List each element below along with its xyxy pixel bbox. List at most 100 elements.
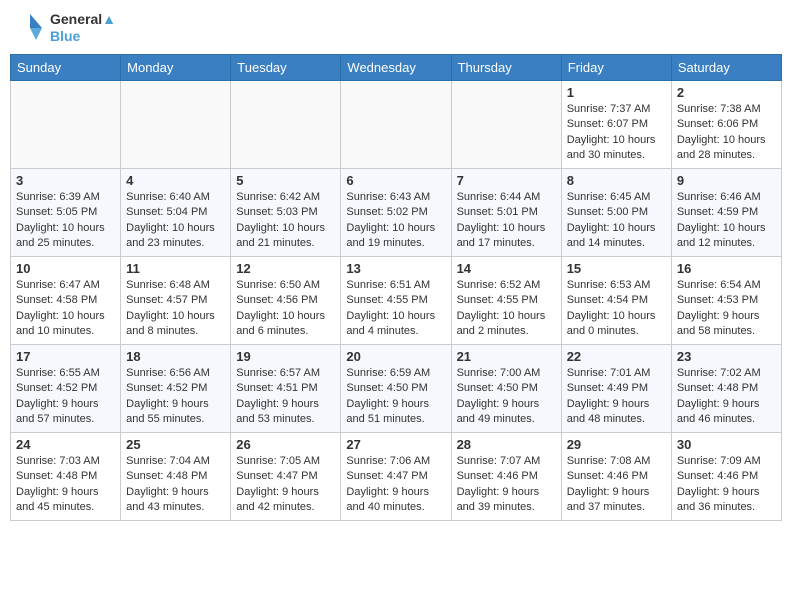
day-number: 2 — [677, 85, 776, 100]
day-info: Sunrise: 7:37 AM Sunset: 6:07 PM Dayligh… — [567, 102, 666, 164]
day-info: Sunrise: 6:46 AM Sunset: 4:59 PM Dayligh… — [677, 190, 776, 252]
calendar-cell: 7Sunrise: 6:44 AM Sunset: 5:01 PM Daylig… — [451, 169, 561, 257]
day-number: 5 — [236, 173, 335, 188]
day-info: Sunrise: 6:56 AM Sunset: 4:52 PM Dayligh… — [126, 366, 225, 428]
day-number: 25 — [126, 437, 225, 452]
calendar-cell: 26Sunrise: 7:05 AM Sunset: 4:47 PM Dayli… — [231, 433, 341, 521]
day-info: Sunrise: 6:59 AM Sunset: 4:50 PM Dayligh… — [346, 366, 445, 428]
day-number: 30 — [677, 437, 776, 452]
day-info: Sunrise: 7:02 AM Sunset: 4:48 PM Dayligh… — [677, 366, 776, 428]
day-number: 9 — [677, 173, 776, 188]
day-info: Sunrise: 6:47 AM Sunset: 4:58 PM Dayligh… — [16, 278, 115, 340]
day-number: 10 — [16, 261, 115, 276]
day-number: 12 — [236, 261, 335, 276]
column-header-monday: Monday — [121, 55, 231, 81]
day-number: 17 — [16, 349, 115, 364]
calendar-cell: 6 Sunrise: 6:43 AM Sunset: 5:02 PM Daylig… — [341, 169, 451, 257]
calendar-cell: 2 Sunrise: 7:38 AM Sunset: 6:06 PM Daylig… — [671, 81, 781, 169]
day-info: Sunrise: 7:08 AM Sunset: 4:46 PM Dayligh… — [567, 454, 666, 516]
day-info: Sunrise: 7:01 AM Sunset: 4:49 PM Dayligh… — [567, 366, 666, 428]
day-number: 21 — [457, 349, 556, 364]
calendar-cell: 5 Sunrise: 6:42 AM Sunset: 5:03 PM Daylig… — [231, 169, 341, 257]
calendar-cell: 20 Sunrise: 6:59 AM Sunset: 4:50 PM Dayli… — [341, 345, 451, 433]
page-header: General▲ Blue — [10, 10, 782, 46]
column-header-friday: Friday — [561, 55, 671, 81]
day-info: Sunrise: 7:07 AM Sunset: 4:46 PM Dayligh… — [457, 454, 556, 516]
day-info: Sunrise: 6:40 AM Sunset: 5:04 PM Dayligh… — [126, 190, 225, 252]
day-info: Sunrise: 6:54 AM Sunset: 4:53 PM Dayligh… — [677, 278, 776, 340]
column-header-tuesday: Tuesday — [231, 55, 341, 81]
day-number: 19 — [236, 349, 335, 364]
column-header-saturday: Saturday — [671, 55, 781, 81]
day-number: 20 — [346, 349, 445, 364]
day-number: 16 — [677, 261, 776, 276]
day-number: 18 — [126, 349, 225, 364]
day-info: Sunrise: 6:50 AM Sunset: 4:56 PM Dayligh… — [236, 278, 335, 340]
calendar-cell: 1 Sunrise: 7:37 AM Sunset: 6:07 PM Daylig… — [561, 81, 671, 169]
day-number: 11 — [126, 261, 225, 276]
day-info: Sunrise: 7:00 AM Sunset: 4:50 PM Dayligh… — [457, 366, 556, 428]
calendar-cell: 16 Sunrise: 6:54 AM Sunset: 4:53 PM Dayli… — [671, 257, 781, 345]
day-number: 8 — [567, 173, 666, 188]
calendar-cell: 10 Sunrise: 6:47 AM Sunset: 4:58 PM Dayli… — [11, 257, 121, 345]
calendar-week-row: 24 Sunrise: 7:03 AM Sunset: 4:48 PM Dayli… — [11, 433, 782, 521]
day-info: Sunrise: 7:03 AM Sunset: 4:48 PM Dayligh… — [16, 454, 115, 516]
calendar-week-row: 3 Sunrise: 6:39 AM Sunset: 5:05 PM Daylig… — [11, 169, 782, 257]
calendar-cell: 13 Sunrise: 6:51 AM Sunset: 4:55 PM Dayli… — [341, 257, 451, 345]
day-info: Sunrise: 6:42 AM Sunset: 5:03 PM Dayligh… — [236, 190, 335, 252]
day-number: 22 — [567, 349, 666, 364]
calendar-cell: 4Sunrise: 6:40 AM Sunset: 5:04 PM Daylig… — [121, 169, 231, 257]
day-number: 6 — [346, 173, 445, 188]
day-info: Sunrise: 6:57 AM Sunset: 4:51 PM Dayligh… — [236, 366, 335, 428]
column-header-thursday: Thursday — [451, 55, 561, 81]
calendar-cell: 28 Sunrise: 7:07 AM Sunset: 4:46 PM Dayli… — [451, 433, 561, 521]
calendar-cell: 14 Sunrise: 6:52 AM Sunset: 4:55 PM Dayli… — [451, 257, 561, 345]
day-number: 15 — [567, 261, 666, 276]
calendar-cell: 3 Sunrise: 6:39 AM Sunset: 5:05 PM Daylig… — [11, 169, 121, 257]
day-info: Sunrise: 6:45 AM Sunset: 5:00 PM Dayligh… — [567, 190, 666, 252]
day-number: 26 — [236, 437, 335, 452]
calendar-cell — [231, 81, 341, 169]
day-number: 28 — [457, 437, 556, 452]
day-number: 13 — [346, 261, 445, 276]
day-number: 24 — [16, 437, 115, 452]
calendar-week-row: 1 Sunrise: 7:37 AM Sunset: 6:07 PM Daylig… — [11, 81, 782, 169]
calendar-cell: 17 Sunrise: 6:55 AM Sunset: 4:52 PM Dayli… — [11, 345, 121, 433]
day-info: Sunrise: 6:43 AM Sunset: 5:02 PM Dayligh… — [346, 190, 445, 252]
day-number: 3 — [16, 173, 115, 188]
day-number: 29 — [567, 437, 666, 452]
calendar-cell: 22 Sunrise: 7:01 AM Sunset: 4:49 PM Dayli… — [561, 345, 671, 433]
column-header-wednesday: Wednesday — [341, 55, 451, 81]
column-header-sunday: Sunday — [11, 55, 121, 81]
calendar-cell: 23Sunrise: 7:02 AM Sunset: 4:48 PM Dayli… — [671, 345, 781, 433]
day-info: Sunrise: 7:06 AM Sunset: 4:47 PM Dayligh… — [346, 454, 445, 516]
calendar-week-row: 10 Sunrise: 6:47 AM Sunset: 4:58 PM Dayli… — [11, 257, 782, 345]
day-info: Sunrise: 7:38 AM Sunset: 6:06 PM Dayligh… — [677, 102, 776, 164]
calendar-cell: 9 Sunrise: 6:46 AM Sunset: 4:59 PM Daylig… — [671, 169, 781, 257]
day-info: Sunrise: 6:39 AM Sunset: 5:05 PM Dayligh… — [16, 190, 115, 252]
calendar-header-row: SundayMondayTuesdayWednesdayThursdayFrid… — [11, 55, 782, 81]
calendar-cell: 8 Sunrise: 6:45 AM Sunset: 5:00 PM Daylig… — [561, 169, 671, 257]
calendar-cell: 15 Sunrise: 6:53 AM Sunset: 4:54 PM Dayli… — [561, 257, 671, 345]
logo-icon — [10, 10, 46, 46]
calendar-cell: 24 Sunrise: 7:03 AM Sunset: 4:48 PM Dayli… — [11, 433, 121, 521]
calendar-cell: 27 Sunrise: 7:06 AM Sunset: 4:47 PM Dayli… — [341, 433, 451, 521]
day-number: 1 — [567, 85, 666, 100]
logo: General▲ Blue — [10, 10, 116, 46]
calendar-cell: 29 Sunrise: 7:08 AM Sunset: 4:46 PM Dayli… — [561, 433, 671, 521]
day-number: 27 — [346, 437, 445, 452]
day-info: Sunrise: 6:51 AM Sunset: 4:55 PM Dayligh… — [346, 278, 445, 340]
calendar-cell: 18 Sunrise: 6:56 AM Sunset: 4:52 PM Dayli… — [121, 345, 231, 433]
day-info: Sunrise: 6:55 AM Sunset: 4:52 PM Dayligh… — [16, 366, 115, 428]
calendar-cell — [341, 81, 451, 169]
day-info: Sunrise: 6:53 AM Sunset: 4:54 PM Dayligh… — [567, 278, 666, 340]
day-number: 14 — [457, 261, 556, 276]
day-number: 7 — [457, 173, 556, 188]
logo-text: General▲ Blue — [50, 11, 116, 45]
calendar-cell — [451, 81, 561, 169]
day-info: Sunrise: 7:09 AM Sunset: 4:46 PM Dayligh… — [677, 454, 776, 516]
calendar-cell — [121, 81, 231, 169]
day-info: Sunrise: 7:04 AM Sunset: 4:48 PM Dayligh… — [126, 454, 225, 516]
calendar-cell: 11Sunrise: 6:48 AM Sunset: 4:57 PM Dayli… — [121, 257, 231, 345]
day-info: Sunrise: 6:52 AM Sunset: 4:55 PM Dayligh… — [457, 278, 556, 340]
